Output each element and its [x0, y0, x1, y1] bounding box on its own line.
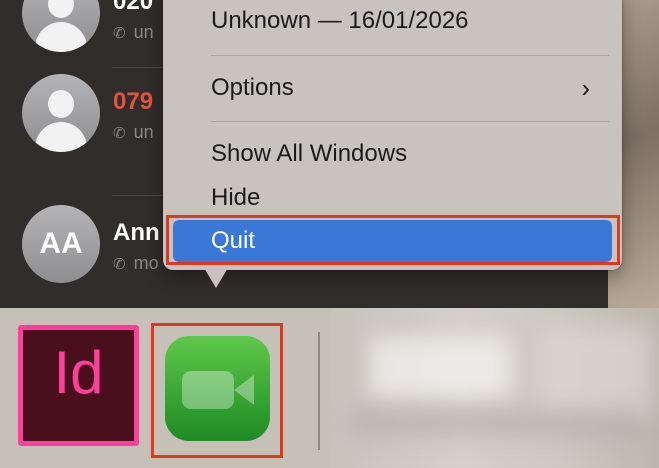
contact-name: 079: [113, 88, 154, 115]
menu-item-hide[interactable]: Hide: [173, 177, 612, 219]
dock-blurred-background: [330, 308, 659, 468]
contact-name: 020: [113, 0, 154, 15]
person-icon: [48, 90, 74, 118]
dock: Id: [0, 308, 659, 468]
chevron-right-icon: ›: [581, 73, 590, 103]
menu-separator: [211, 121, 609, 122]
menu-item-options[interactable]: Options ›: [173, 67, 612, 109]
menu-item-show-all-windows[interactable]: Show All Windows: [173, 133, 612, 175]
menu-item-label: Options: [211, 74, 294, 101]
menu-separator: [211, 55, 609, 56]
contact-subtitle: ✆ mo: [113, 253, 159, 273]
phone-icon: ✆: [113, 25, 126, 42]
dock-separator: [318, 332, 320, 450]
phone-icon: ✆: [113, 256, 126, 273]
menu-item-recent-call[interactable]: Unknown — 16/01/2026: [173, 0, 612, 42]
indesign-letters: Id: [53, 339, 104, 406]
avatar: [22, 74, 100, 152]
avatar: AA: [22, 205, 100, 283]
contact-subtitle: ✆ un: [113, 122, 154, 142]
contact-subtitle: ✆ un: [113, 22, 154, 42]
video-camera-icon: [182, 371, 234, 409]
person-icon: [48, 0, 74, 18]
dock-context-menu: Unknown — 16/01/2026 Options › Show All …: [163, 0, 622, 270]
contact-name: Ann: [113, 219, 160, 246]
facetime-icon[interactable]: [165, 336, 270, 441]
phone-icon: ✆: [113, 125, 126, 142]
menu-pointer: [203, 266, 229, 288]
indesign-icon[interactable]: Id: [18, 325, 139, 446]
avatar: [22, 0, 100, 52]
menu-item-quit[interactable]: Quit: [173, 220, 612, 262]
avatar-initials: AA: [39, 227, 83, 260]
